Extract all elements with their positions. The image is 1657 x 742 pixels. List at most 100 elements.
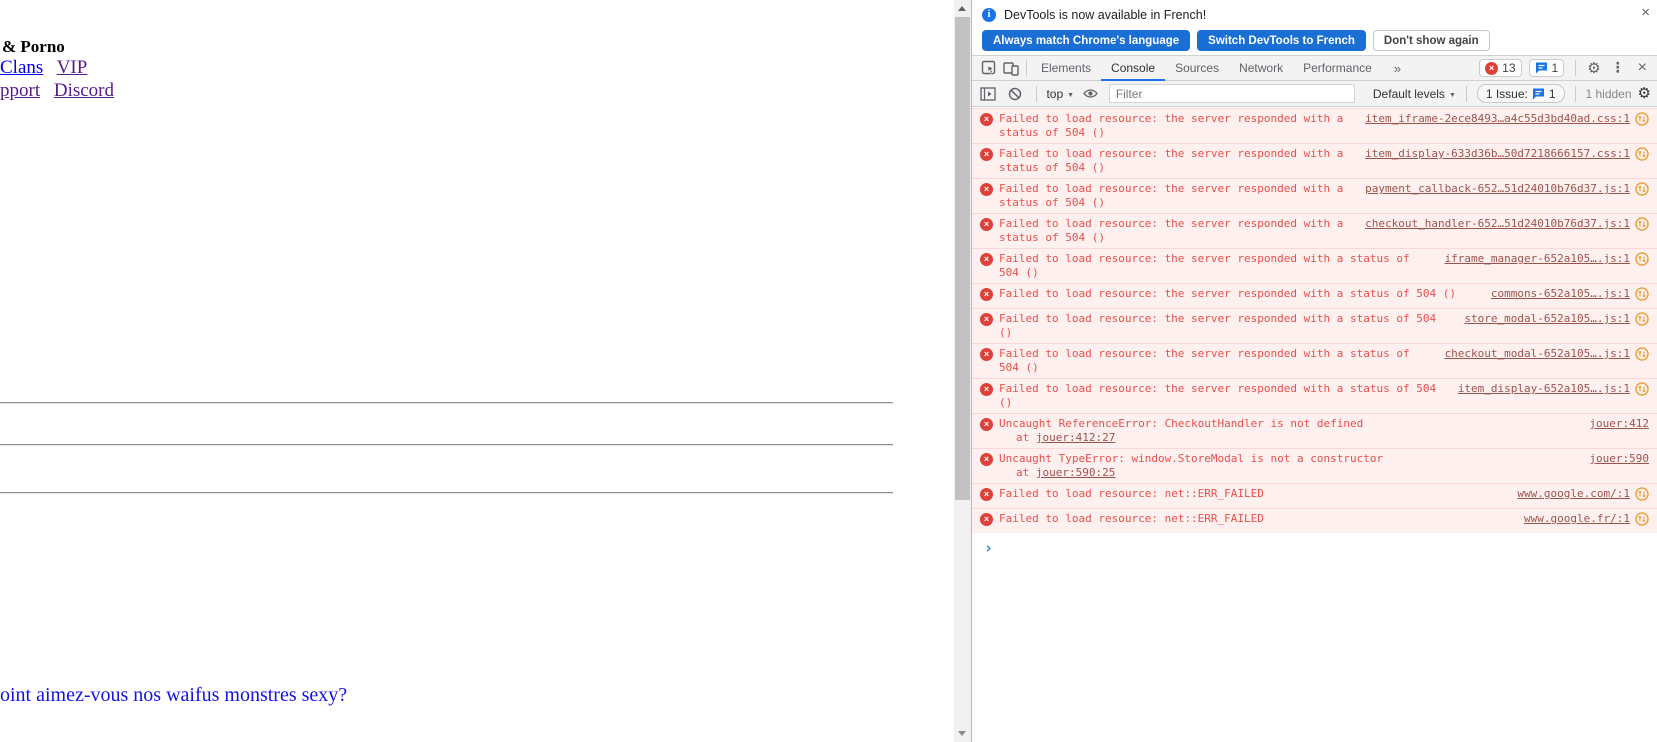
devtools-panel: i DevTools is now available in French! A…	[971, 0, 1657, 742]
extension-initiator-icon	[1635, 217, 1649, 235]
console-message-line2: 504 ()	[999, 266, 1039, 279]
nav-links-row-1: Clans VIP	[0, 57, 96, 79]
device-toolbar-icon[interactable]	[1000, 57, 1022, 79]
console-source-link[interactable]: item_iframe-2ece8493…a4c55d3bd40ad.css:1	[1365, 112, 1630, 126]
tabbar-right-controls: × 13 1 ⚙ ⋮ ×	[1479, 59, 1657, 77]
devtools-language-banner: i DevTools is now available in French! A…	[972, 0, 1657, 55]
hidden-messages-label: 1 hidden	[1585, 86, 1632, 101]
always-match-language-button[interactable]: Always match Chrome's language	[982, 30, 1191, 51]
page-question-text: oint aimez-vous nos waifus monstres sexy…	[0, 684, 348, 706]
console-message-line2: ()	[999, 396, 1013, 409]
error-icon: ×	[1485, 61, 1499, 75]
tab-network[interactable]: Network	[1229, 56, 1293, 81]
issue-count-badge[interactable]: 1	[1528, 59, 1565, 77]
console-error-row: × Failed to load resource: the server re…	[972, 378, 1657, 413]
console-message-line2: 504 ()	[999, 361, 1039, 374]
stack-link[interactable]: jouer:412:27	[1036, 431, 1115, 444]
console-error-row: × Failed to load resource: the server re…	[972, 178, 1657, 213]
clans-link[interactable]: Clans	[0, 57, 43, 78]
tab-performance[interactable]: Performance	[1293, 56, 1382, 81]
live-expression-eye-icon[interactable]	[1080, 83, 1101, 105]
devtools-tab-bar: Elements Console Sources Network Perform…	[972, 55, 1657, 81]
extension-initiator-icon	[1635, 252, 1649, 270]
console-sidebar-toggle-icon[interactable]	[978, 83, 999, 105]
console-error-row: × Uncaught ReferenceError: CheckoutHandl…	[972, 413, 1657, 448]
tab-elements[interactable]: Elements	[1031, 56, 1101, 81]
dont-show-again-button[interactable]: Don't show again	[1372, 30, 1490, 51]
log-levels-dropdown[interactable]: Default levels ▼	[1373, 87, 1456, 101]
console-source-link[interactable]: checkout_modal-652a105….js:1	[1445, 347, 1630, 361]
console-error-row: × Failed to load resource: the server re…	[972, 143, 1657, 178]
error-icon: ×	[980, 253, 993, 266]
divider	[1574, 85, 1576, 102]
tab-sources[interactable]: Sources	[1165, 56, 1229, 81]
filter-input[interactable]	[1108, 84, 1355, 103]
banner-message: DevTools is now available in French!	[1004, 8, 1207, 22]
console-source-link[interactable]: checkout_handler-652…51d24010b76d37.js:1	[1365, 217, 1630, 231]
settings-gear-icon[interactable]: ⚙	[1587, 60, 1600, 76]
support-link[interactable]: pport	[0, 80, 40, 101]
discord-link[interactable]: Discord	[54, 80, 114, 101]
console-message-line2: status of 504 ()	[999, 161, 1105, 174]
scroll-up-arrow-icon[interactable]	[954, 0, 971, 17]
inspect-element-icon[interactable]	[978, 57, 1000, 79]
scroll-down-arrow-icon[interactable]	[954, 725, 971, 742]
error-icon: ×	[980, 488, 993, 501]
extension-initiator-icon	[1635, 287, 1649, 305]
console-source-link[interactable]: iframe_manager-652a105….js:1	[1445, 252, 1630, 266]
error-icon: ×	[980, 453, 993, 466]
info-icon: i	[982, 8, 996, 22]
console-message-line1: Failed to load resource: net::ERR_FAILED	[999, 487, 1264, 500]
error-count-badge[interactable]: × 13	[1479, 59, 1522, 77]
horizontal-rule	[0, 444, 893, 446]
divider	[1035, 85, 1037, 102]
error-icon: ×	[980, 383, 993, 396]
extension-initiator-icon	[1635, 182, 1649, 200]
console-source-link[interactable]: store_modal-652a105….js:1	[1464, 312, 1630, 326]
console-source-link[interactable]: www.google.com/:1	[1517, 487, 1630, 501]
vip-link[interactable]: VIP	[57, 57, 88, 78]
console-message-line1: Failed to load resource: the server resp…	[999, 217, 1344, 230]
console-toolbar: top▼ Default levels▼ 1 Issue: 1 1 hidden…	[972, 81, 1657, 107]
horizontal-rule	[0, 492, 893, 494]
console-message-line1: Uncaught ReferenceError: CheckoutHandler…	[999, 417, 1364, 430]
console-prompt-chevron-icon: ›	[984, 539, 994, 557]
error-icon: ×	[980, 148, 993, 161]
extension-initiator-icon	[1635, 147, 1649, 165]
kebab-menu-icon[interactable]: ⋮	[1608, 60, 1628, 76]
more-tabs-icon[interactable]: »	[1394, 61, 1401, 76]
console-error-row: × Uncaught TypeError: window.StoreModal …	[972, 448, 1657, 483]
divider	[1575, 60, 1577, 76]
console-source-link[interactable]: item_display-652a105….js:1	[1458, 382, 1630, 396]
switch-devtools-french-button[interactable]: Switch DevTools to French	[1197, 30, 1366, 51]
console-source-link[interactable]: payment_callback-652…51d24010b76d37.js:1	[1365, 182, 1630, 196]
console-message-list: × Failed to load resource: the server re…	[972, 108, 1657, 556]
console-message-line2: status of 504 ()	[999, 126, 1105, 139]
console-prompt[interactable]: ›	[972, 533, 1657, 556]
console-source-link[interactable]: jouer:412	[1589, 417, 1649, 431]
divider	[1026, 60, 1027, 76]
devtools-close-icon[interactable]: ×	[1635, 59, 1650, 77]
error-icon: ×	[980, 313, 993, 326]
context-selector[interactable]: top ▼	[1046, 87, 1074, 101]
console-source-link[interactable]: item_display-633d36b…50d7218666157.css:1	[1365, 147, 1630, 161]
scrollbar-thumb[interactable]	[955, 17, 970, 500]
tab-console[interactable]: Console	[1101, 56, 1166, 81]
stack-at: at	[1016, 431, 1036, 444]
error-icon: ×	[980, 513, 993, 526]
console-source-link[interactable]: jouer:590	[1589, 452, 1649, 466]
console-error-row: × Failed to load resource: the server re…	[972, 283, 1657, 308]
console-source-link[interactable]: commons-652a105….js:1	[1491, 287, 1630, 301]
page-vertical-scrollbar[interactable]	[954, 0, 971, 742]
error-icon: ×	[980, 418, 993, 431]
console-error-row: × Failed to load resource: net::ERR_FAIL…	[972, 483, 1657, 508]
clear-console-icon[interactable]	[1005, 83, 1026, 105]
console-error-row: × Failed to load resource: net::ERR_FAIL…	[972, 508, 1657, 533]
stack-link[interactable]: jouer:590:25	[1036, 466, 1115, 479]
extension-initiator-icon	[1635, 312, 1649, 330]
console-source-link[interactable]: www.google.fr/:1	[1524, 512, 1630, 526]
horizontal-rule	[0, 402, 893, 404]
console-settings-gear-icon[interactable]: ⚙	[1638, 86, 1651, 101]
issues-chip[interactable]: 1 Issue: 1	[1476, 84, 1565, 103]
banner-close-icon[interactable]: ×	[1641, 4, 1650, 21]
